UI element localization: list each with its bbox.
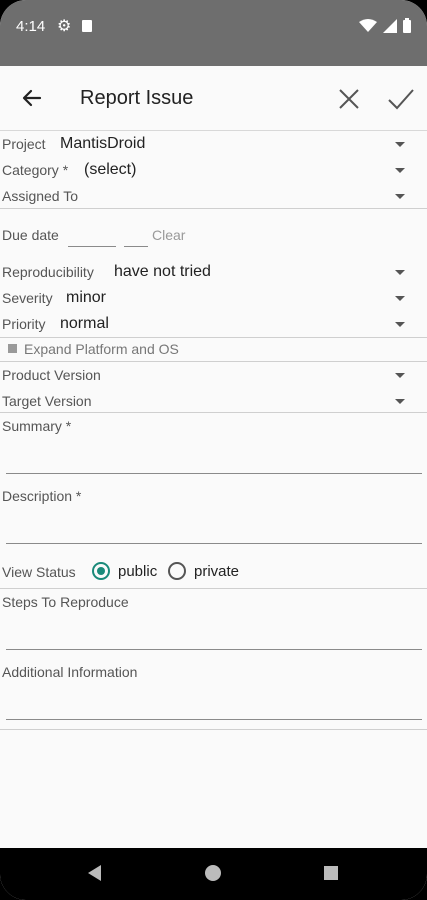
additional-information-label: Additional Information bbox=[2, 664, 138, 680]
public-radio[interactable] bbox=[92, 562, 110, 580]
assigned-to-label: Assigned To bbox=[2, 188, 79, 204]
view-status-row: View Status public private bbox=[0, 560, 427, 584]
status-icons bbox=[359, 18, 411, 33]
chevron-down-icon[interactable] bbox=[395, 373, 405, 378]
steps-row: Steps To Reproduce bbox=[0, 592, 427, 652]
summary-input[interactable] bbox=[6, 473, 422, 474]
chevron-down-icon[interactable] bbox=[395, 270, 405, 275]
reproducibility-select[interactable]: have not tried bbox=[114, 263, 211, 281]
steps-to-reproduce-input[interactable] bbox=[6, 649, 422, 650]
project-select[interactable]: MantisDroid bbox=[60, 135, 145, 153]
private-radio[interactable] bbox=[168, 562, 186, 580]
project-row[interactable]: Project MantisDroid bbox=[0, 133, 427, 157]
nav-back-icon[interactable] bbox=[88, 865, 101, 881]
due-date-field[interactable] bbox=[68, 246, 116, 247]
chevron-down-icon[interactable] bbox=[395, 142, 405, 147]
nav-home-icon[interactable] bbox=[205, 865, 221, 881]
clear-button[interactable]: Clear bbox=[152, 227, 185, 243]
app-bar: Report Issue bbox=[0, 66, 427, 131]
due-time-field[interactable] bbox=[124, 246, 148, 247]
close-icon[interactable] bbox=[336, 86, 362, 112]
target-version-row[interactable]: Target Version bbox=[0, 390, 427, 412]
additional-information-input[interactable] bbox=[6, 719, 422, 720]
description-input[interactable] bbox=[6, 543, 422, 544]
reproducibility-row[interactable]: Reproducibility have not tried bbox=[0, 261, 427, 285]
divider bbox=[0, 729, 427, 730]
view-status-label: View Status bbox=[2, 564, 76, 580]
reproducibility-label: Reproducibility bbox=[2, 264, 94, 280]
target-version-label: Target Version bbox=[2, 393, 92, 409]
due-date-row: Due date Clear bbox=[0, 224, 427, 250]
description-label: Description * bbox=[2, 488, 82, 504]
expand-platform-label[interactable]: Expand Platform and OS bbox=[24, 341, 179, 357]
page-title: Report Issue bbox=[80, 87, 194, 109]
product-version-row[interactable]: Product Version bbox=[0, 364, 427, 388]
chevron-down-icon[interactable] bbox=[395, 399, 405, 404]
additional-info-row: Additional Information bbox=[0, 662, 427, 722]
severity-select[interactable]: minor bbox=[66, 289, 106, 307]
chevron-down-icon[interactable] bbox=[395, 168, 405, 173]
expand-platform-row[interactable]: Expand Platform and OS bbox=[0, 339, 427, 361]
battery-icon bbox=[403, 18, 411, 33]
navigation-bar bbox=[0, 848, 427, 900]
category-label: Category * bbox=[2, 162, 69, 178]
app-screen: 4:14 ⚙ Report Issue Project MantisDroid … bbox=[0, 0, 427, 900]
chevron-down-icon[interactable] bbox=[395, 194, 405, 199]
check-icon[interactable] bbox=[386, 86, 416, 112]
back-arrow-icon[interactable] bbox=[18, 84, 46, 112]
sd-card-icon bbox=[82, 20, 92, 32]
priority-label: Priority bbox=[2, 316, 46, 332]
category-row[interactable]: Category * (select) bbox=[0, 159, 427, 183]
wifi-icon bbox=[359, 18, 377, 32]
assigned-to-row[interactable]: Assigned To bbox=[0, 185, 427, 207]
divider bbox=[0, 361, 427, 362]
product-version-label: Product Version bbox=[2, 367, 101, 383]
nav-recents-icon[interactable] bbox=[324, 866, 338, 880]
summary-label: Summary * bbox=[2, 418, 72, 434]
status-bar: 4:14 ⚙ bbox=[0, 0, 427, 66]
severity-label: Severity bbox=[2, 290, 53, 306]
chevron-down-icon[interactable] bbox=[395, 296, 405, 301]
summary-row: Summary * bbox=[0, 416, 427, 476]
public-radio-label[interactable]: public bbox=[118, 563, 157, 580]
divider bbox=[0, 337, 427, 338]
status-time: 4:14 bbox=[16, 18, 46, 35]
steps-to-reproduce-label: Steps To Reproduce bbox=[2, 594, 129, 610]
chevron-down-icon[interactable] bbox=[395, 322, 405, 327]
due-date-label: Due date bbox=[2, 227, 59, 243]
description-row: Description * bbox=[0, 486, 427, 546]
signal-icon bbox=[383, 18, 397, 33]
expand-icon[interactable] bbox=[8, 344, 17, 353]
category-select[interactable]: (select) bbox=[84, 161, 136, 179]
priority-select[interactable]: normal bbox=[60, 315, 109, 333]
severity-row[interactable]: Severity minor bbox=[0, 287, 427, 311]
gear-icon: ⚙ bbox=[57, 18, 72, 35]
private-radio-label[interactable]: private bbox=[194, 563, 239, 580]
divider bbox=[0, 588, 427, 589]
divider bbox=[0, 412, 427, 413]
divider bbox=[0, 208, 427, 209]
priority-row[interactable]: Priority normal bbox=[0, 313, 427, 337]
project-label: Project bbox=[2, 136, 46, 152]
